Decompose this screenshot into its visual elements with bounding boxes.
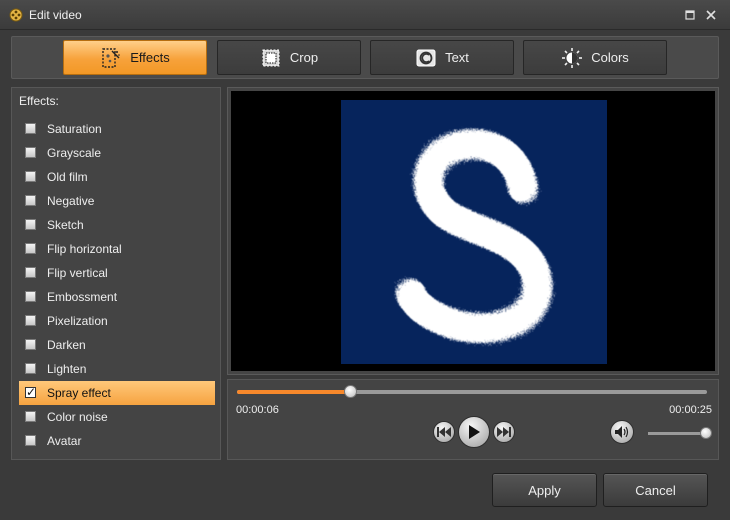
- effects-panel: Effects: Saturation Grayscale Old film N…: [11, 87, 221, 460]
- effect-label: Pixelization: [47, 314, 108, 328]
- player-controls: 00:00:06 00:00:25: [227, 379, 719, 460]
- previous-button[interactable]: [433, 421, 455, 443]
- effect-label: Negative: [47, 194, 95, 208]
- effect-label: Flip vertical: [47, 266, 108, 280]
- effect-lighten[interactable]: Lighten: [19, 357, 215, 381]
- effect-checkbox[interactable]: [25, 219, 36, 230]
- effect-checkbox[interactable]: [25, 243, 36, 254]
- video-frame: [341, 100, 607, 364]
- crop-icon: [260, 47, 282, 69]
- effect-label: Sketch: [47, 218, 84, 232]
- effect-checkbox[interactable]: [25, 339, 36, 350]
- tab-text[interactable]: Text: [370, 40, 514, 75]
- effect-label: Spray effect: [47, 386, 111, 400]
- volume-slider[interactable]: [648, 427, 713, 439]
- effect-grayscale[interactable]: Grayscale: [19, 141, 215, 165]
- effect-spray-effect[interactable]: Spray effect: [19, 381, 215, 405]
- effect-label: Darken: [47, 338, 86, 352]
- effect-darken[interactable]: Darken: [19, 333, 215, 357]
- effect-embossment[interactable]: Embossment: [19, 285, 215, 309]
- current-time: 00:00:06: [236, 404, 279, 416]
- spray-letter-image: [396, 129, 553, 344]
- tab-colors-label: Colors: [591, 50, 629, 65]
- tab-text-label: Text: [445, 50, 469, 65]
- window-title: Edit video: [29, 8, 82, 22]
- effects-heading: Effects:: [19, 94, 59, 108]
- volume-button[interactable]: [610, 420, 634, 444]
- effect-checkbox[interactable]: [25, 435, 36, 446]
- effect-checkbox[interactable]: [25, 291, 36, 302]
- effect-negative[interactable]: Negative: [19, 189, 215, 213]
- apply-button[interactable]: Apply: [492, 473, 597, 507]
- preview-frame: [227, 87, 719, 375]
- close-button[interactable]: [703, 7, 719, 23]
- skip-back-icon: [437, 427, 451, 437]
- play-icon: [469, 425, 480, 439]
- effect-label: Embossment: [47, 290, 118, 304]
- effect-checkbox[interactable]: [25, 385, 36, 399]
- effect-checkbox[interactable]: [25, 171, 36, 182]
- close-icon: [706, 10, 716, 20]
- effect-old-film[interactable]: Old film: [19, 165, 215, 189]
- maximize-icon: [685, 10, 695, 20]
- effect-pixelization[interactable]: Pixelization: [19, 309, 215, 333]
- speaker-icon: [615, 426, 629, 438]
- effect-label: Grayscale: [47, 146, 102, 160]
- next-button[interactable]: [493, 421, 515, 443]
- effect-avatar[interactable]: Avatar: [19, 429, 215, 453]
- cancel-button[interactable]: Cancel: [603, 473, 708, 507]
- effect-checkbox[interactable]: [25, 147, 36, 158]
- effect-flip-horizontal[interactable]: Flip horizontal: [19, 237, 215, 261]
- film-reel-icon: [9, 8, 23, 22]
- effect-saturation[interactable]: Saturation: [19, 117, 215, 141]
- effect-checkbox[interactable]: [25, 315, 36, 326]
- seek-progress: [237, 390, 350, 394]
- seek-bar[interactable]: [237, 385, 707, 398]
- effect-flip-vertical[interactable]: Flip vertical: [19, 261, 215, 285]
- effect-label: Avatar: [47, 434, 82, 448]
- effect-label: Old film: [47, 170, 88, 184]
- effect-checkbox[interactable]: [25, 267, 36, 278]
- maximize-button[interactable]: [682, 7, 698, 23]
- effect-sketch[interactable]: Sketch: [19, 213, 215, 237]
- seek-thumb[interactable]: [343, 385, 357, 398]
- effect-label: Color noise: [47, 410, 108, 424]
- skip-forward-icon: [497, 427, 511, 437]
- effect-label: Flip horizontal: [47, 242, 122, 256]
- text-icon: [415, 47, 437, 69]
- effect-color-noise[interactable]: Color noise: [19, 405, 215, 429]
- tab-effects[interactable]: Effects: [63, 40, 207, 75]
- tab-bar: Effects Crop Text Colors: [11, 36, 719, 79]
- volume-thumb[interactable]: [700, 427, 713, 439]
- effect-checkbox[interactable]: [25, 195, 36, 206]
- title-bar: Edit video: [0, 0, 730, 30]
- effect-checkbox[interactable]: [25, 363, 36, 374]
- effect-checkbox[interactable]: [25, 411, 36, 422]
- tab-colors[interactable]: Colors: [523, 40, 667, 75]
- effect-label: Lighten: [47, 362, 87, 376]
- play-button[interactable]: [458, 416, 490, 448]
- tab-effects-label: Effects: [130, 50, 170, 65]
- tab-crop-label: Crop: [289, 50, 319, 65]
- effects-icon: [100, 47, 122, 69]
- effect-label: Saturation: [47, 122, 102, 136]
- total-time: 00:00:25: [669, 404, 712, 416]
- tab-crop[interactable]: Crop: [217, 40, 361, 75]
- video-preview: [231, 91, 715, 371]
- effect-checkbox[interactable]: [25, 123, 36, 134]
- colors-icon: [561, 47, 583, 69]
